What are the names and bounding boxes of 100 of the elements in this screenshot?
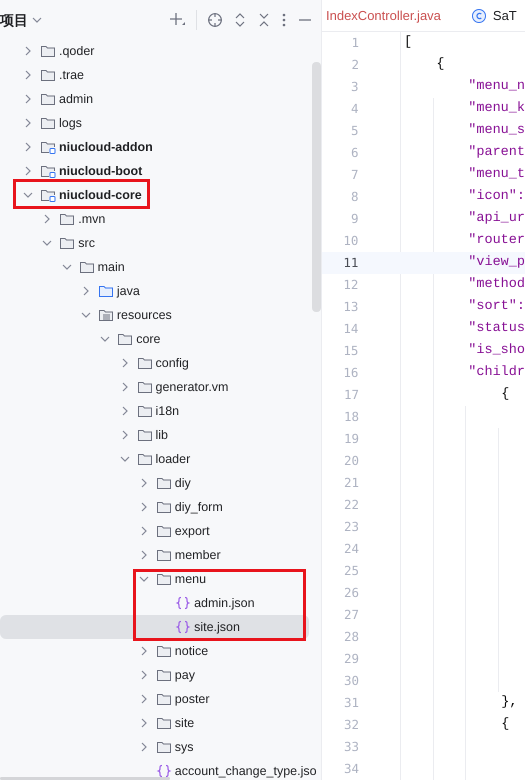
chevron-right-icon[interactable] [23,166,33,176]
chevron-right-icon[interactable] [23,94,33,104]
chevron-right-icon[interactable] [138,694,149,704]
chevron-down-icon[interactable] [100,334,110,344]
code-text: "menu_k [467,100,525,118]
chevron-down-icon[interactable] [138,574,149,584]
tree-row[interactable]: admin.json [0,591,309,615]
line-number: 5 [350,122,358,140]
folder-icon [40,115,56,131]
tree-row[interactable]: .trae [0,63,309,87]
scrollbar-thumb[interactable] [0,777,170,780]
folder-icon [136,451,152,467]
folder-icon [136,379,152,395]
tree-row[interactable]: export [0,519,309,543]
project-view-selector[interactable]: 项目 [0,10,42,30]
tree-item-label: java [116,282,140,300]
folder-icon [156,739,172,755]
line-number: 25 [342,562,359,580]
tree-item-label: i18n [156,402,180,420]
chevron-right-icon[interactable] [120,430,130,440]
chevron-right-icon[interactable] [138,526,149,536]
tree-row[interactable]: core [0,327,309,351]
line-number: 28 [342,628,359,646]
chevron-down-icon[interactable] [120,454,130,464]
chevron-right-icon[interactable] [138,502,149,512]
line-number: 1 [350,34,359,52]
tree-row[interactable]: niucloud-addon [0,135,309,159]
chevron-right-icon[interactable] [138,646,149,656]
tree-item-label: notice [174,642,208,660]
tree-row[interactable]: java [0,279,309,303]
chevron-right-icon[interactable] [138,478,149,488]
chevron-right-icon[interactable] [120,382,130,392]
tree-item-label: export [174,522,210,540]
tree-item-label: site [174,714,194,732]
chevron-right-icon[interactable] [138,550,149,560]
tree-row[interactable]: .qoder [0,39,309,63]
editor-tab[interactable]: IndexController.java [326,6,441,26]
tree-row[interactable]: .mvn [0,207,309,231]
tree-row[interactable]: niucloud-core [0,183,309,207]
tree-row[interactable]: menu [0,567,309,591]
tree-row[interactable]: pay [0,663,309,687]
selected-tree-row[interactable]: site.json [0,615,309,639]
chevron-down-icon[interactable] [42,238,52,248]
chevron-right-icon[interactable] [120,406,130,416]
folder-icon [40,67,56,83]
tree-item-label: .qoder [59,42,94,60]
chevron-right-icon[interactable] [80,286,91,296]
tree-row[interactable]: poster [0,687,309,711]
braces-icon [175,595,192,611]
tree-item-label: .mvn [78,210,106,228]
folder-icon [156,499,172,515]
tree-item-label: admin.json [194,594,255,612]
line-number: 31 [342,694,359,712]
line-number: 16 [342,364,358,382]
chevron-right-icon[interactable] [23,46,33,56]
crosshair-icon[interactable] [207,12,223,28]
chevron-right-icon[interactable] [138,718,149,728]
chevron-down-icon[interactable] [80,310,91,320]
collapse-all-icon[interactable] [257,12,271,28]
editor-tab[interactable]: SaT [470,6,517,26]
line-number: 12 [342,276,358,294]
tree-row[interactable]: generator.vm [0,375,309,399]
line-number: 19 [342,430,359,448]
tree-row[interactable]: sys [0,735,309,759]
folder-icon [40,91,56,107]
chevron-right-icon[interactable] [138,742,149,752]
tree-row[interactable]: i18n [0,399,309,423]
resource-folder-icon [98,307,114,323]
tree-row[interactable]: loader [0,447,309,471]
chevron-down-icon[interactable] [23,190,33,200]
chevron-right-icon[interactable] [23,142,33,152]
line-number: 6 [350,144,358,162]
tree-row[interactable]: member [0,543,309,567]
tree-row[interactable]: niucloud-boot [0,159,309,183]
scrollbar-thumb[interactable] [312,62,321,312]
more-options-icon[interactable] [281,12,287,28]
chevron-right-icon[interactable] [23,118,33,128]
chevron-right-icon[interactable] [138,670,149,680]
line-number: 14 [342,320,358,338]
tree-row[interactable]: site [0,711,309,735]
tree-row[interactable]: diy [0,471,309,495]
tree-row[interactable]: logs [0,111,309,135]
chevron-right-icon[interactable] [42,214,52,224]
tree-row[interactable]: resources [0,303,309,327]
chevron-right-icon[interactable] [23,70,33,80]
tree-row[interactable]: notice [0,639,309,663]
tree-row[interactable]: diy_form [0,495,309,519]
expand-all-icon[interactable] [233,12,247,28]
code-text: }, [500,694,518,712]
tree-row[interactable]: lib [0,423,309,447]
chevron-right-icon[interactable] [120,358,130,368]
tree-row[interactable]: config [0,351,309,375]
tree-row[interactable]: main [0,255,309,279]
tree-item-label: pay [174,666,195,684]
line-number: 18 [342,408,359,426]
tree-row[interactable]: src [0,231,309,255]
folder-icon [136,355,152,371]
tree-row[interactable]: admin [0,87,309,111]
chevron-down-icon[interactable] [62,262,72,272]
code-text: "childr [467,364,525,382]
